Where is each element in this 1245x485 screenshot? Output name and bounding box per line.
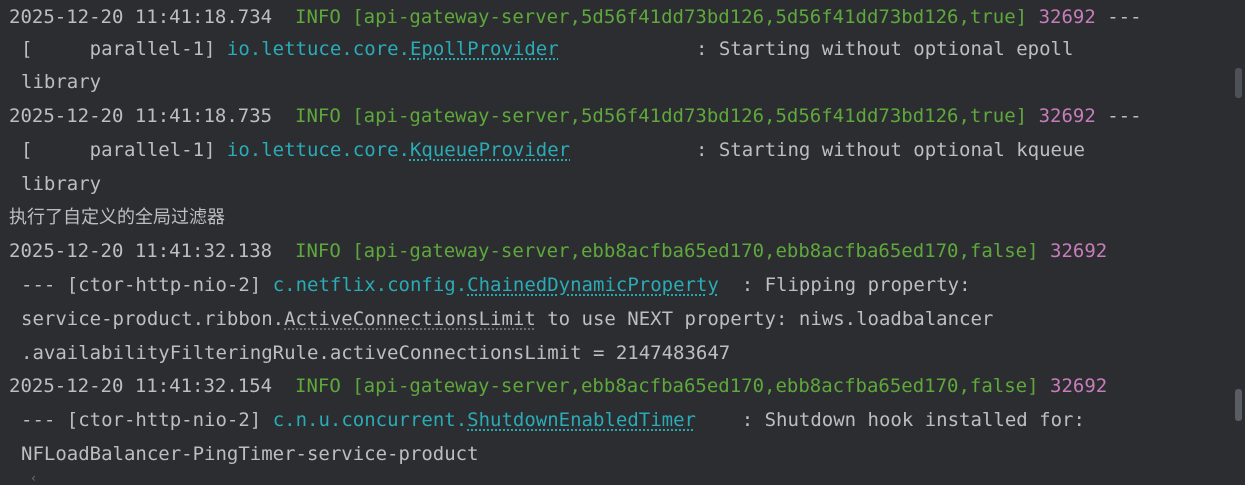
log-separator: --- xyxy=(1107,105,1142,127)
log-message: : Flipping property: xyxy=(741,274,971,296)
log-context: [api-gateway-server,ebb8acfba65ed170,ebb… xyxy=(352,375,1039,397)
log-timestamp: 2025-12-20 11:41:32.138 xyxy=(9,240,273,262)
log-level: INFO xyxy=(295,240,341,262)
log-line: 2025-12-20 11:41:32.138 INFO [api-gatewa… xyxy=(9,234,1107,268)
horizontal-scrollbar[interactable]: ‹ xyxy=(0,471,1245,485)
log-thread: [ parallel-1] xyxy=(21,38,216,60)
scrollbar-marker xyxy=(1235,68,1242,98)
log-thread: [ctor-http-nio-2] xyxy=(66,274,262,296)
log-line: library xyxy=(21,167,101,201)
log-line: library xyxy=(21,65,101,99)
chevron-left-icon[interactable]: ‹ xyxy=(30,471,37,485)
log-line: [ parallel-1] io.lettuce.core.EpollProvi… xyxy=(21,32,1073,66)
log-thread: [ctor-http-nio-2] xyxy=(66,409,262,431)
log-line: --- [ctor-http-nio-2] c.netflix.config.C… xyxy=(21,268,971,302)
log-message: : Starting without optional kqueue xyxy=(695,139,1085,161)
log-logger-class-link[interactable]: ChainedDynamicProperty xyxy=(467,274,719,296)
log-plain-message: 执行了自定义的全局过滤器 xyxy=(9,207,225,228)
log-message-continuation: to use NEXT property: niws.loadbalancer xyxy=(535,308,994,330)
scrollbar-thumb[interactable] xyxy=(1235,389,1242,421)
log-timestamp: 2025-12-20 11:41:18.735 xyxy=(9,105,273,127)
log-pid: 32692 xyxy=(1038,6,1096,28)
log-level: INFO xyxy=(295,6,341,28)
log-separator: --- xyxy=(1107,6,1142,28)
log-line: [ parallel-1] io.lettuce.core.KqueueProv… xyxy=(21,133,1085,167)
log-level: INFO xyxy=(295,105,341,127)
log-context: [api-gateway-server,ebb8acfba65ed170,ebb… xyxy=(352,240,1039,262)
log-message-continuation: library xyxy=(21,173,102,195)
log-logger-package: io.lettuce.core. xyxy=(226,139,410,161)
log-line: 执行了自定义的全局过滤器 xyxy=(9,200,225,234)
log-message-continuation: .availabilityFilteringRule.activeConnect… xyxy=(21,342,731,364)
log-line: NFLoadBalancer-PingTimer-service-product xyxy=(21,437,479,471)
log-message-continuation: NFLoadBalancer-PingTimer-service-product xyxy=(21,443,479,465)
log-line: 2025-12-20 11:41:18.734 INFO [api-gatewa… xyxy=(9,0,1142,34)
log-pid: 32692 xyxy=(1038,105,1096,127)
log-thread: [ parallel-1] xyxy=(21,139,216,161)
log-message-continuation: library xyxy=(21,71,102,93)
log-logger-package: c.netflix.config. xyxy=(272,274,468,296)
log-message: : Starting without optional epoll xyxy=(695,38,1074,60)
log-logger-class-link[interactable]: EpollProvider xyxy=(410,38,559,60)
log-separator: --- xyxy=(21,409,56,431)
log-message-continuation: service-product.ribbon. xyxy=(21,308,285,330)
log-message: : Shutdown hook installed for: xyxy=(741,409,1085,431)
log-timestamp: 2025-12-20 11:41:32.154 xyxy=(9,375,273,397)
log-property-name: ActiveConnectionsLimit xyxy=(284,308,536,330)
log-line: .availabilityFilteringRule.activeConnect… xyxy=(21,336,730,370)
log-line: service-product.ribbon.ActiveConnections… xyxy=(21,302,993,336)
vertical-scrollbar[interactable] xyxy=(1233,0,1245,470)
log-timestamp: 2025-12-20 11:41:18.734 xyxy=(9,6,273,28)
log-logger-class-link[interactable]: ShutdownEnabledTimer xyxy=(467,409,696,431)
log-logger-class-link[interactable]: KqueueProvider xyxy=(410,139,570,161)
log-logger-package: c.n.u.concurrent. xyxy=(272,409,468,431)
log-separator: --- xyxy=(21,274,56,296)
log-pid: 32692 xyxy=(1050,375,1108,397)
log-line: 2025-12-20 11:41:32.154 INFO [api-gatewa… xyxy=(9,369,1107,403)
log-context: [api-gateway-server,5d56f41dd73bd126,5d5… xyxy=(352,105,1028,127)
log-pid: 32692 xyxy=(1050,240,1108,262)
log-line: 2025-12-20 11:41:18.735 INFO [api-gatewa… xyxy=(9,99,1142,133)
log-logger-package: io.lettuce.core. xyxy=(226,38,410,60)
console-output[interactable]: 2025-12-20 11:41:18.734 INFO [api-gatewa… xyxy=(0,0,1245,481)
log-line: --- [ctor-http-nio-2] c.n.u.concurrent.S… xyxy=(21,403,1085,437)
log-level: INFO xyxy=(295,375,341,397)
log-context: [api-gateway-server,5d56f41dd73bd126,5d5… xyxy=(352,6,1028,28)
